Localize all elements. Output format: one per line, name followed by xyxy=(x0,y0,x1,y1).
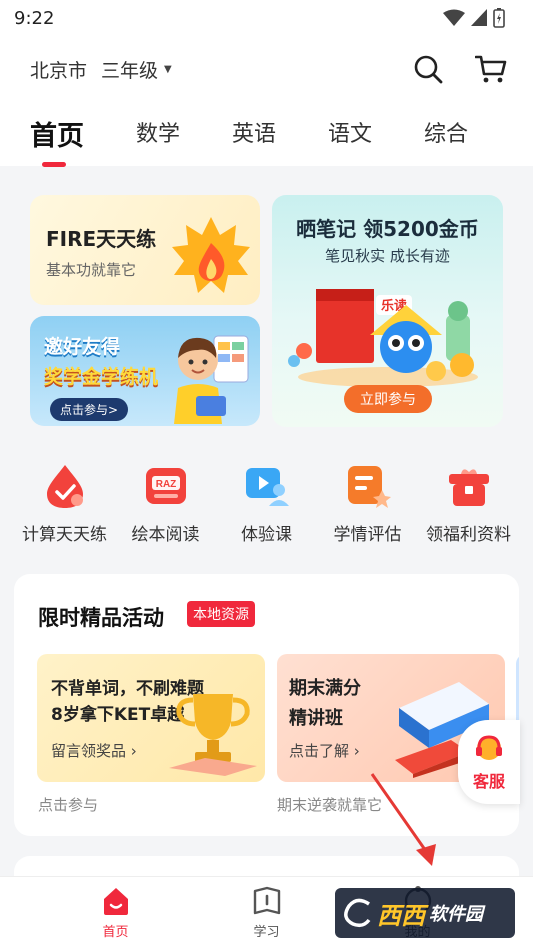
grade-selector[interactable]: 三年级 ▼ xyxy=(101,56,172,83)
customer-service-label: 客服 xyxy=(472,772,505,791)
caret-down-icon: ▼ xyxy=(164,63,172,75)
site-watermark: 西西 软件园 xyxy=(335,888,515,938)
top-actions xyxy=(413,54,507,84)
ket-card-footer: 点击参与 xyxy=(38,796,99,814)
note-share-banner[interactable]: 晒笔记 领5200金币 笔见秋实 成长有迹 乐读 立即参与 xyxy=(272,195,503,427)
trophy-icon xyxy=(169,694,257,776)
assessment-icon xyxy=(347,466,391,508)
raz-book-icon: RAZ xyxy=(145,468,186,504)
nav-home-label: 首页 xyxy=(102,925,129,940)
search-icon[interactable] xyxy=(413,54,443,84)
tab-math[interactable]: 数学 xyxy=(136,102,180,148)
quick-link-picture-books[interactable]: RAZ 绘本阅读 xyxy=(115,462,216,545)
top-bar: 北京市 三年级 ▼ xyxy=(0,36,533,102)
prizes-illustration: 乐读 xyxy=(288,289,478,387)
tab-chinese[interactable]: 语文 xyxy=(328,102,372,148)
activity-title: 限时精品活动 xyxy=(38,606,164,630)
status-icons xyxy=(443,8,505,28)
invite-friend-banner[interactable]: 邀好友得 奖学金学练机 点击参与> xyxy=(30,316,260,426)
invite-banner-line1: 邀好友得 xyxy=(44,336,121,358)
signal-icon xyxy=(471,9,487,26)
location-selector[interactable]: 北京市 xyxy=(30,56,87,83)
final-card-line1: 期末满分 xyxy=(289,678,361,699)
nav-study-label: 学习 xyxy=(253,925,280,940)
banner-area: FIRE天天练 基本功就靠它 邀好友得 奖学金学练机 点击参与> 晒笔记 领52… xyxy=(30,195,503,427)
nav-study[interactable]: 学习 xyxy=(227,885,307,940)
tab-general[interactable]: 综合 xyxy=(424,102,468,148)
fire-banner-title: FIRE天天练 xyxy=(46,227,157,251)
book-icon xyxy=(253,886,280,915)
watermark-logo-icon xyxy=(344,898,371,928)
final-card-line2: 精讲班 xyxy=(289,708,343,729)
watermark-text: 软件园 xyxy=(429,904,483,925)
local-resource-badge: 本地资源 xyxy=(187,601,255,627)
final-card-cta[interactable]: 点击了解 › xyxy=(289,740,360,761)
quick-link-trial-class[interactable]: 体验课 xyxy=(216,462,317,545)
nav-home[interactable]: 首页 xyxy=(76,885,156,940)
grade-label: 三年级 xyxy=(101,59,159,82)
note-banner-title: 晒笔记 领5200金币 xyxy=(296,217,479,241)
calc-drop-icon xyxy=(46,465,83,508)
headset-icon xyxy=(476,735,502,760)
status-time: 9:22 xyxy=(14,7,55,29)
tab-home[interactable]: 首页 xyxy=(30,102,84,167)
fire-banner-subtitle: 基本功就靠它 xyxy=(46,261,137,279)
note-banner-subtitle: 笔见秋实 成长有迹 xyxy=(325,247,450,265)
fire-practice-banner[interactable]: FIRE天天练 基本功就靠它 xyxy=(30,195,260,305)
child-illustration xyxy=(174,335,249,424)
note-join-button[interactable]: 立即参与 xyxy=(344,385,432,413)
quick-link-label: 绘本阅读 xyxy=(131,525,200,545)
battery-icon xyxy=(493,8,505,28)
gift-box-icon xyxy=(448,469,489,506)
invite-join-button[interactable]: 点击参与> xyxy=(50,398,129,421)
quick-link-calc-practice[interactable]: 计算天天练 xyxy=(14,462,115,545)
flame-icon xyxy=(172,217,250,293)
watermark-brand: 西西 xyxy=(377,901,425,930)
ket-activity-card[interactable]: 不背单词，不刷难题 8岁拿下KET卓越 留言领奖品 › xyxy=(37,654,265,782)
home-icon xyxy=(103,888,128,915)
quick-link-label: 体验课 xyxy=(241,525,292,545)
quick-link-label: 计算天天练 xyxy=(22,525,107,545)
category-tabs: 首页 数学 英语 语文 综合 xyxy=(0,102,533,167)
quick-link-free-materials[interactable]: 领福利资料 xyxy=(418,462,519,545)
quick-link-label: 领福利资料 xyxy=(426,525,511,545)
video-lesson-icon xyxy=(245,468,289,506)
tab-english[interactable]: 英语 xyxy=(232,102,276,148)
ket-card-cta[interactable]: 留言领奖品 › xyxy=(51,740,137,761)
status-bar: 9:22 xyxy=(0,0,533,36)
limited-activity-section: 限时精品活动 本地资源 不背单词，不刷难题 8岁拿下KET卓越 留言领奖品 › … xyxy=(14,574,519,836)
invite-banner-line2: 奖学金学练机 xyxy=(44,366,159,388)
cart-icon[interactable] xyxy=(475,54,507,84)
quick-link-assessment[interactable]: 学情评估 xyxy=(317,462,418,545)
quick-links: 计算天天练 RAZ 绘本阅读 体验课 学情评估 领福利资料 xyxy=(14,462,519,545)
customer-service-button[interactable]: 客服 xyxy=(458,720,520,804)
quick-link-label: 学情评估 xyxy=(333,525,402,545)
wifi-icon xyxy=(443,9,465,26)
red-arrow-annotation xyxy=(370,773,436,866)
raz-icon-text: RAZ xyxy=(155,479,176,490)
